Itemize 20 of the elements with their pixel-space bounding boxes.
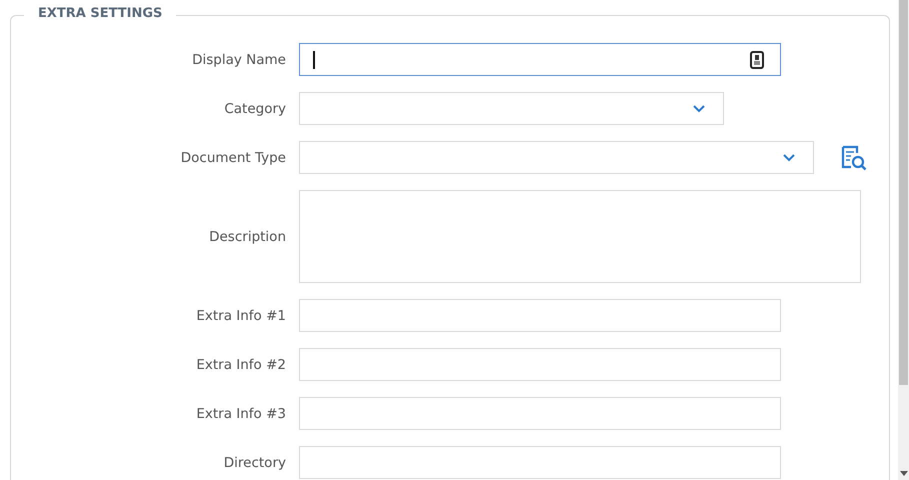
field-label: Extra Info #3	[195, 406, 286, 422]
chevron-down-icon[interactable]	[693, 104, 705, 112]
scrollbar-thumb[interactable]	[899, 0, 908, 385]
field-label: Extra Info #1	[195, 308, 286, 324]
dropdown-field[interactable]	[299, 92, 724, 125]
document-search-icon[interactable]	[841, 144, 867, 170]
description-textarea[interactable]	[299, 190, 861, 283]
field-label: Extra Info #2	[195, 356, 286, 372]
chevron-down-icon[interactable]	[783, 154, 795, 162]
field-label: Directory	[222, 454, 286, 470]
field-label: Description	[208, 228, 286, 244]
input-field[interactable]	[299, 43, 781, 76]
id-card-icon[interactable]	[750, 50, 764, 68]
field-label: Display Name	[191, 52, 286, 68]
text-cursor	[313, 51, 315, 69]
scroll-down-icon[interactable]	[900, 471, 908, 476]
dropdown-field[interactable]	[299, 141, 814, 174]
field-label: Category	[223, 100, 286, 116]
scrollbar[interactable]	[898, 0, 909, 480]
field-label: Document Type	[180, 150, 286, 166]
